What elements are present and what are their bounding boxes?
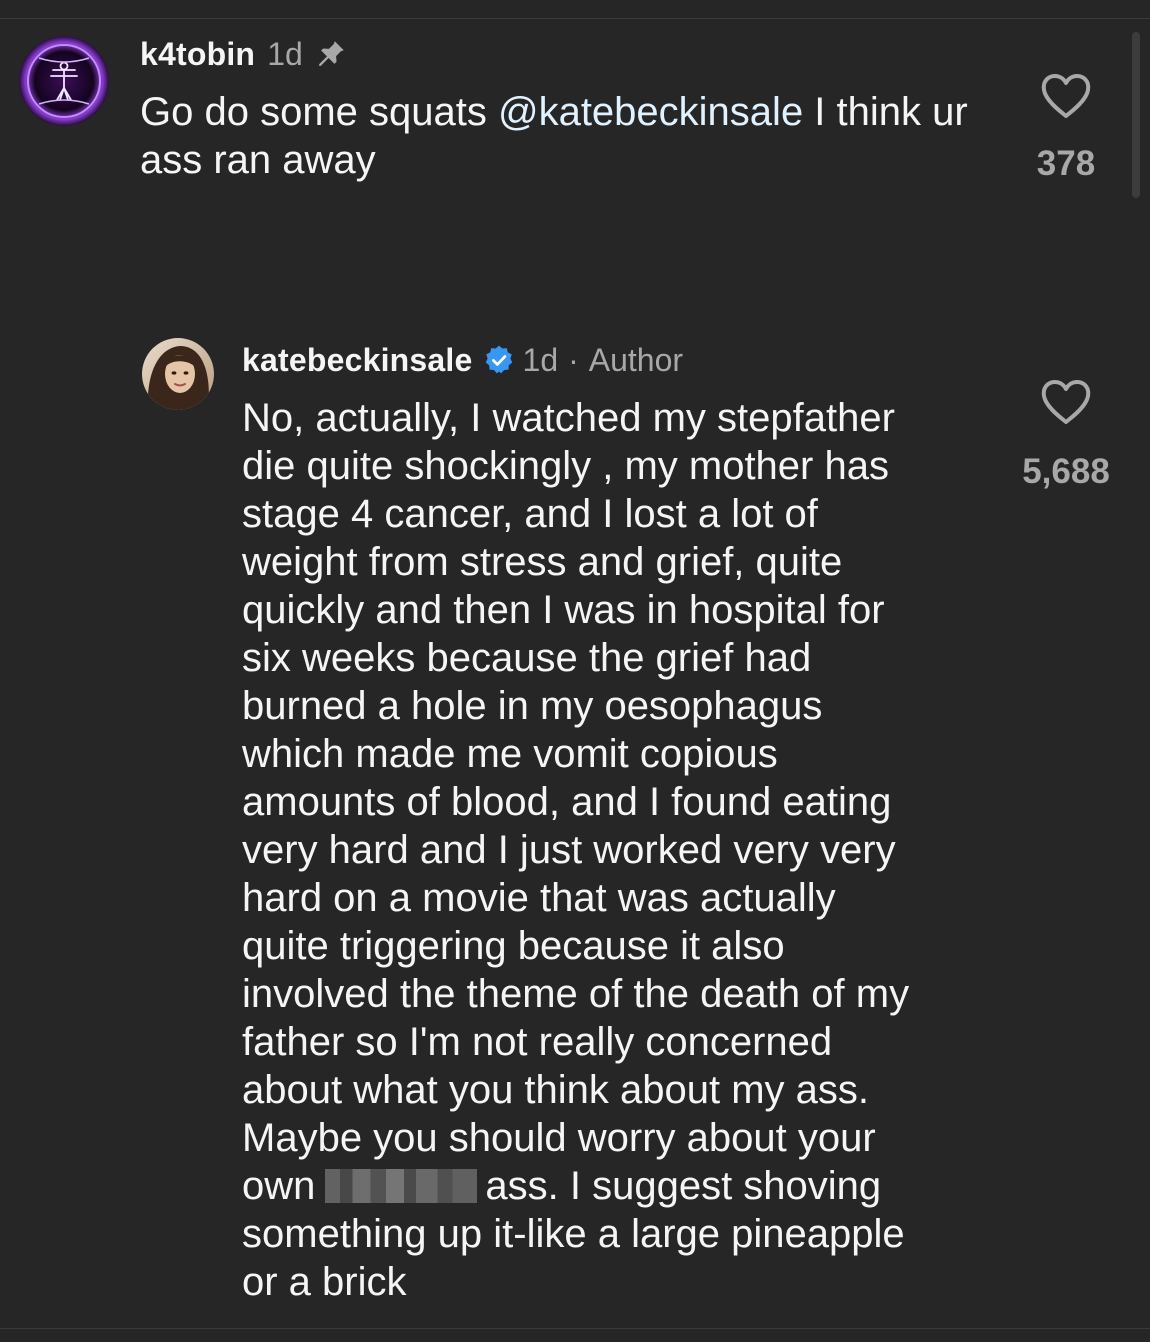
- timestamp: 1d: [522, 341, 559, 378]
- like-count[interactable]: 5,688: [1006, 452, 1126, 492]
- comment-line: which made me vomit copious: [242, 732, 778, 776]
- comment-line: very hard and I just worked very very: [242, 828, 896, 872]
- like-heart-icon[interactable]: [1040, 378, 1092, 426]
- top-divider: [0, 18, 1150, 19]
- comment-line: six weeks because the grief had: [242, 636, 812, 680]
- comment-line: about what you think about my ass.: [242, 1068, 870, 1112]
- vitruvian-man-icon: [19, 36, 109, 126]
- comments-screen: k4tobin 1d Go do some squats @katebeckin…: [0, 0, 1150, 1342]
- comment-line: die quite shockingly , my mother has: [242, 444, 889, 488]
- comment-line: hard on a movie that was actually: [242, 876, 836, 920]
- verified-badge-icon: [483, 344, 515, 376]
- comment-line: involved the theme of the death of my: [242, 972, 910, 1016]
- avatar[interactable]: [19, 36, 109, 126]
- comment-text: Go do some squats @katebeckinsale I thin…: [140, 88, 1000, 184]
- comment-line: stage 4 cancer, and I lost a lot of: [242, 492, 818, 536]
- comment-line: father so I'm not really concerned: [242, 1020, 833, 1064]
- comment-line: weight from stress and grief, quite: [242, 540, 843, 584]
- comment-header: k4tobin 1d: [140, 32, 349, 76]
- avatar[interactable]: [142, 338, 214, 410]
- comment-text-part: ass. I suggest shoving: [485, 1164, 882, 1208]
- comment-text: No, actually, I watched my stepfather di…: [242, 394, 1002, 1306]
- username[interactable]: katebeckinsale: [242, 342, 473, 379]
- comment-line: or a brick: [242, 1260, 407, 1304]
- comment-line: amounts of blood, and I found eating: [242, 780, 892, 824]
- pixelated-word: [325, 1169, 478, 1203]
- timestamp: 1d: [267, 35, 303, 72]
- bottom-divider: [0, 1328, 1150, 1329]
- comment-line: quite triggering because it also: [242, 924, 785, 968]
- comment-line: something up it-like a large pineapple: [242, 1212, 905, 1256]
- comment-line: No, actually, I watched my stepfather: [242, 396, 895, 440]
- profile-photo: [142, 338, 214, 410]
- pin-icon: [313, 36, 349, 72]
- scrollbar[interactable]: [1132, 32, 1140, 198]
- comment-text-part: own: [242, 1164, 316, 1208]
- comment-line: Maybe you should worry about your: [242, 1116, 876, 1160]
- mention-link[interactable]: @katebeckinsale: [498, 90, 803, 134]
- separator: ·: [568, 341, 579, 378]
- author-label: Author: [588, 341, 684, 378]
- comment-text-part: Go do some squats: [140, 90, 498, 134]
- comment-line: quickly and then I was in hospital for: [242, 588, 885, 632]
- comment-line: burned a hole in my oesophagus: [242, 684, 823, 728]
- like-count[interactable]: 378: [1016, 144, 1116, 184]
- like-heart-icon[interactable]: [1040, 72, 1092, 120]
- username[interactable]: k4tobin: [140, 36, 255, 73]
- comment-header: katebeckinsale 1d · Author: [242, 338, 683, 382]
- comment-line-redacted: own ass. I suggest shoving: [242, 1162, 1002, 1210]
